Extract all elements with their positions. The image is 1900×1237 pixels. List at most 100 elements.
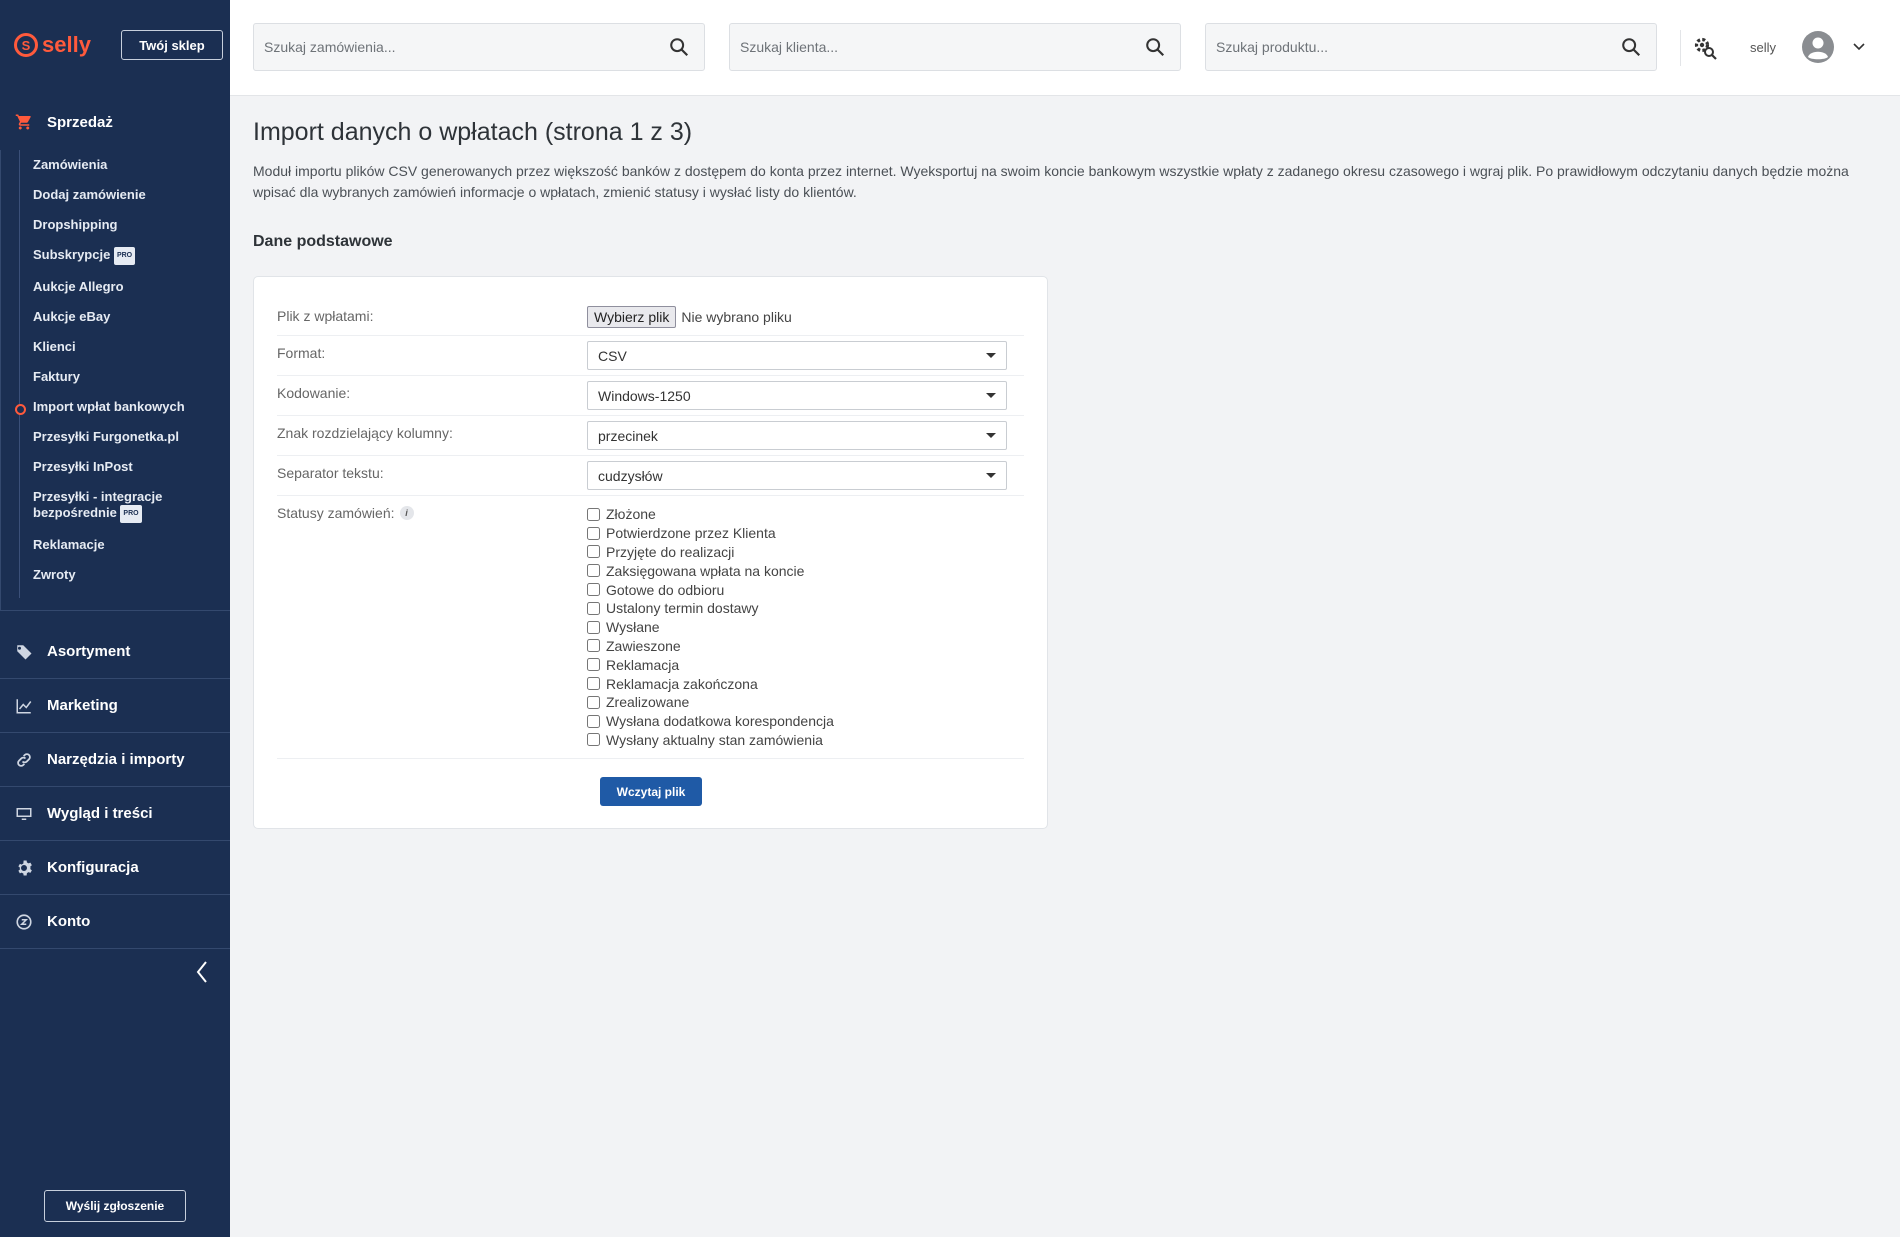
nav-section-sales[interactable]: Sprzedaż: [0, 94, 230, 150]
nav-section[interactable]: Konfiguracja: [0, 841, 230, 895]
status-label: Złożone: [606, 506, 656, 523]
status-option[interactable]: Gotowe do odbioru: [587, 580, 1024, 599]
search-products: [1205, 23, 1657, 71]
user-avatar-icon[interactable]: [1802, 31, 1834, 63]
sidebar-item[interactable]: Klienci: [20, 332, 230, 362]
sidebar-item[interactable]: Aukcje Allegro: [20, 272, 230, 302]
sidebar-item-label: Zamówienia: [33, 157, 108, 172]
text-separator-label: Separator tekstu:: [277, 465, 384, 481]
caret-down-icon: [986, 433, 996, 438]
sidebar-item-label: Przesyłki - integracje bezpośrednie: [33, 489, 163, 520]
nav-section[interactable]: Narzędzia i importy: [0, 733, 230, 787]
sidebar-item[interactable]: Reklamacje: [20, 530, 230, 560]
status-checkbox[interactable]: [587, 658, 600, 672]
load-file-button[interactable]: Wczytaj plik: [600, 777, 702, 807]
collapse-sidebar-icon[interactable]: [195, 960, 209, 984]
encoding-select[interactable]: Windows-1250: [587, 381, 1007, 410]
sidebar-item[interactable]: Dodaj zamówienie: [20, 180, 230, 210]
status-checkbox[interactable]: [587, 733, 600, 747]
status-label: Reklamacja zakończona: [606, 675, 758, 692]
column-separator-select[interactable]: przecinek: [587, 421, 1007, 450]
format-select[interactable]: CSV: [587, 341, 1007, 370]
brand-bar: S selly Twój sklep: [0, 0, 230, 90]
status-option[interactable]: Wysłany aktualny stan zamówienia: [587, 731, 1024, 750]
status-checkbox[interactable]: [587, 639, 600, 653]
status-option[interactable]: Reklamacja: [587, 655, 1024, 674]
sidebar-item[interactable]: Przesyłki Furgonetka.pl: [20, 422, 230, 452]
sidebar-item[interactable]: Aukcje eBay: [20, 302, 230, 332]
text-separator-value: cudzysłów: [598, 467, 663, 484]
sidebar: S selly Twój sklep Sprzedaż Zamówienia Do…: [0, 0, 230, 1237]
status-label: Zawieszone: [606, 637, 681, 654]
status-checkbox[interactable]: [587, 620, 600, 634]
search-icon[interactable]: [668, 36, 690, 58]
order-statuses-label: Statusy zamówień:: [277, 505, 395, 521]
info-icon[interactable]: i: [399, 506, 414, 520]
sidebar-item-label: Dropshipping: [33, 217, 118, 232]
status-checkbox[interactable]: [587, 714, 600, 728]
search-clients-input[interactable]: [730, 39, 1144, 55]
sidebar-item[interactable]: Subskrypcje PRO: [20, 240, 230, 272]
status-checkbox[interactable]: [587, 695, 600, 709]
gear-search-icon[interactable]: [1692, 35, 1718, 61]
status-label: Wysłana dodatkowa korespondencja: [606, 713, 834, 730]
status-option[interactable]: Zrealizowane: [587, 693, 1024, 712]
choose-file-button[interactable]: Wybierz plik: [587, 306, 677, 328]
search-products-input[interactable]: [1206, 39, 1620, 55]
chevron-down-icon[interactable]: [1852, 40, 1866, 54]
status-option[interactable]: Zaksięgowana wpłata na koncie: [587, 561, 1024, 580]
caret-down-icon: [986, 473, 996, 478]
send-report-button[interactable]: Wyślij zgłoszenie: [44, 1190, 186, 1222]
sidebar-item[interactable]: Zwroty: [20, 560, 230, 590]
nav-section[interactable]: Wygląd i treści: [0, 787, 230, 841]
status-option[interactable]: Wysłana dodatkowa korespondencja: [587, 712, 1024, 731]
format-row: Format: CSV: [277, 336, 1024, 376]
column-separator-row: Znak rozdzielający kolumny: przecinek: [277, 416, 1024, 456]
status-option[interactable]: Złożone: [587, 505, 1024, 524]
sidebar-item[interactable]: Faktury: [20, 362, 230, 392]
search-orders: [253, 23, 705, 71]
user-name[interactable]: selly: [1750, 40, 1776, 55]
sidebar-item[interactable]: Przesyłki InPost: [20, 452, 230, 482]
search-icon[interactable]: [1620, 36, 1642, 58]
sidebar-item[interactable]: Zamówienia: [20, 150, 230, 180]
selly-logo[interactable]: S selly: [14, 32, 91, 58]
status-checkbox[interactable]: [587, 526, 600, 540]
search-icon[interactable]: [1144, 36, 1166, 58]
status-checkbox-list: Złożone Potwierdzone przez Klienta Przyjęt…: [587, 501, 1024, 753]
status-option[interactable]: Ustalony termin dostawy: [587, 599, 1024, 618]
sidebar-item-label: Klienci: [33, 339, 76, 354]
sidebar-item[interactable]: Przesyłki - integracje bezpośrednie PRO: [20, 482, 230, 530]
status-option[interactable]: Zawieszone: [587, 637, 1024, 656]
status-checkbox[interactable]: [587, 564, 600, 578]
nav-section[interactable]: Konto: [0, 895, 230, 949]
top-header: selly: [230, 0, 1900, 96]
page-title: Import danych o wpłatach (strona 1 z 3): [253, 118, 693, 146]
status-option[interactable]: Wysłane: [587, 618, 1024, 637]
text-separator-row: Separator tekstu: cudzysłów: [277, 456, 1024, 496]
status-option[interactable]: Potwierdzone przez Klienta: [587, 524, 1024, 543]
sidebar-item[interactable]: Dropshipping: [20, 210, 230, 240]
status-option[interactable]: Reklamacja zakończona: [587, 674, 1024, 693]
status-checkbox[interactable]: [587, 545, 600, 559]
status-option[interactable]: Przyjęte do realizacji: [587, 543, 1024, 562]
status-label: Wysłany aktualny stan zamówienia: [606, 731, 823, 748]
status-checkbox[interactable]: [587, 583, 600, 597]
sidebar-item[interactable]: Import wpłat bankowych: [15, 392, 230, 422]
nav-section[interactable]: Asortyment: [0, 625, 230, 679]
status-label: Ustalony termin dostawy: [606, 600, 759, 617]
logo-mark-icon: S: [14, 33, 38, 57]
file-row: Plik z wpłatami: Wybierz plik Nie wybran…: [277, 299, 1024, 336]
your-shop-button[interactable]: Twój sklep: [120, 30, 223, 60]
pro-badge: PRO: [120, 505, 142, 523]
nav-section[interactable]: Marketing: [0, 679, 230, 733]
text-separator-select[interactable]: cudzysłów: [587, 461, 1007, 490]
status-checkbox[interactable]: [587, 507, 600, 521]
caret-down-icon: [986, 353, 996, 358]
search-orders-input[interactable]: [254, 39, 668, 55]
file-status: Nie wybrano pliku: [681, 309, 792, 325]
status-label: Reklamacja: [606, 656, 680, 673]
status-checkbox[interactable]: [587, 601, 600, 615]
status-checkbox[interactable]: [587, 677, 600, 691]
column-separator-value: przecinek: [598, 427, 658, 444]
